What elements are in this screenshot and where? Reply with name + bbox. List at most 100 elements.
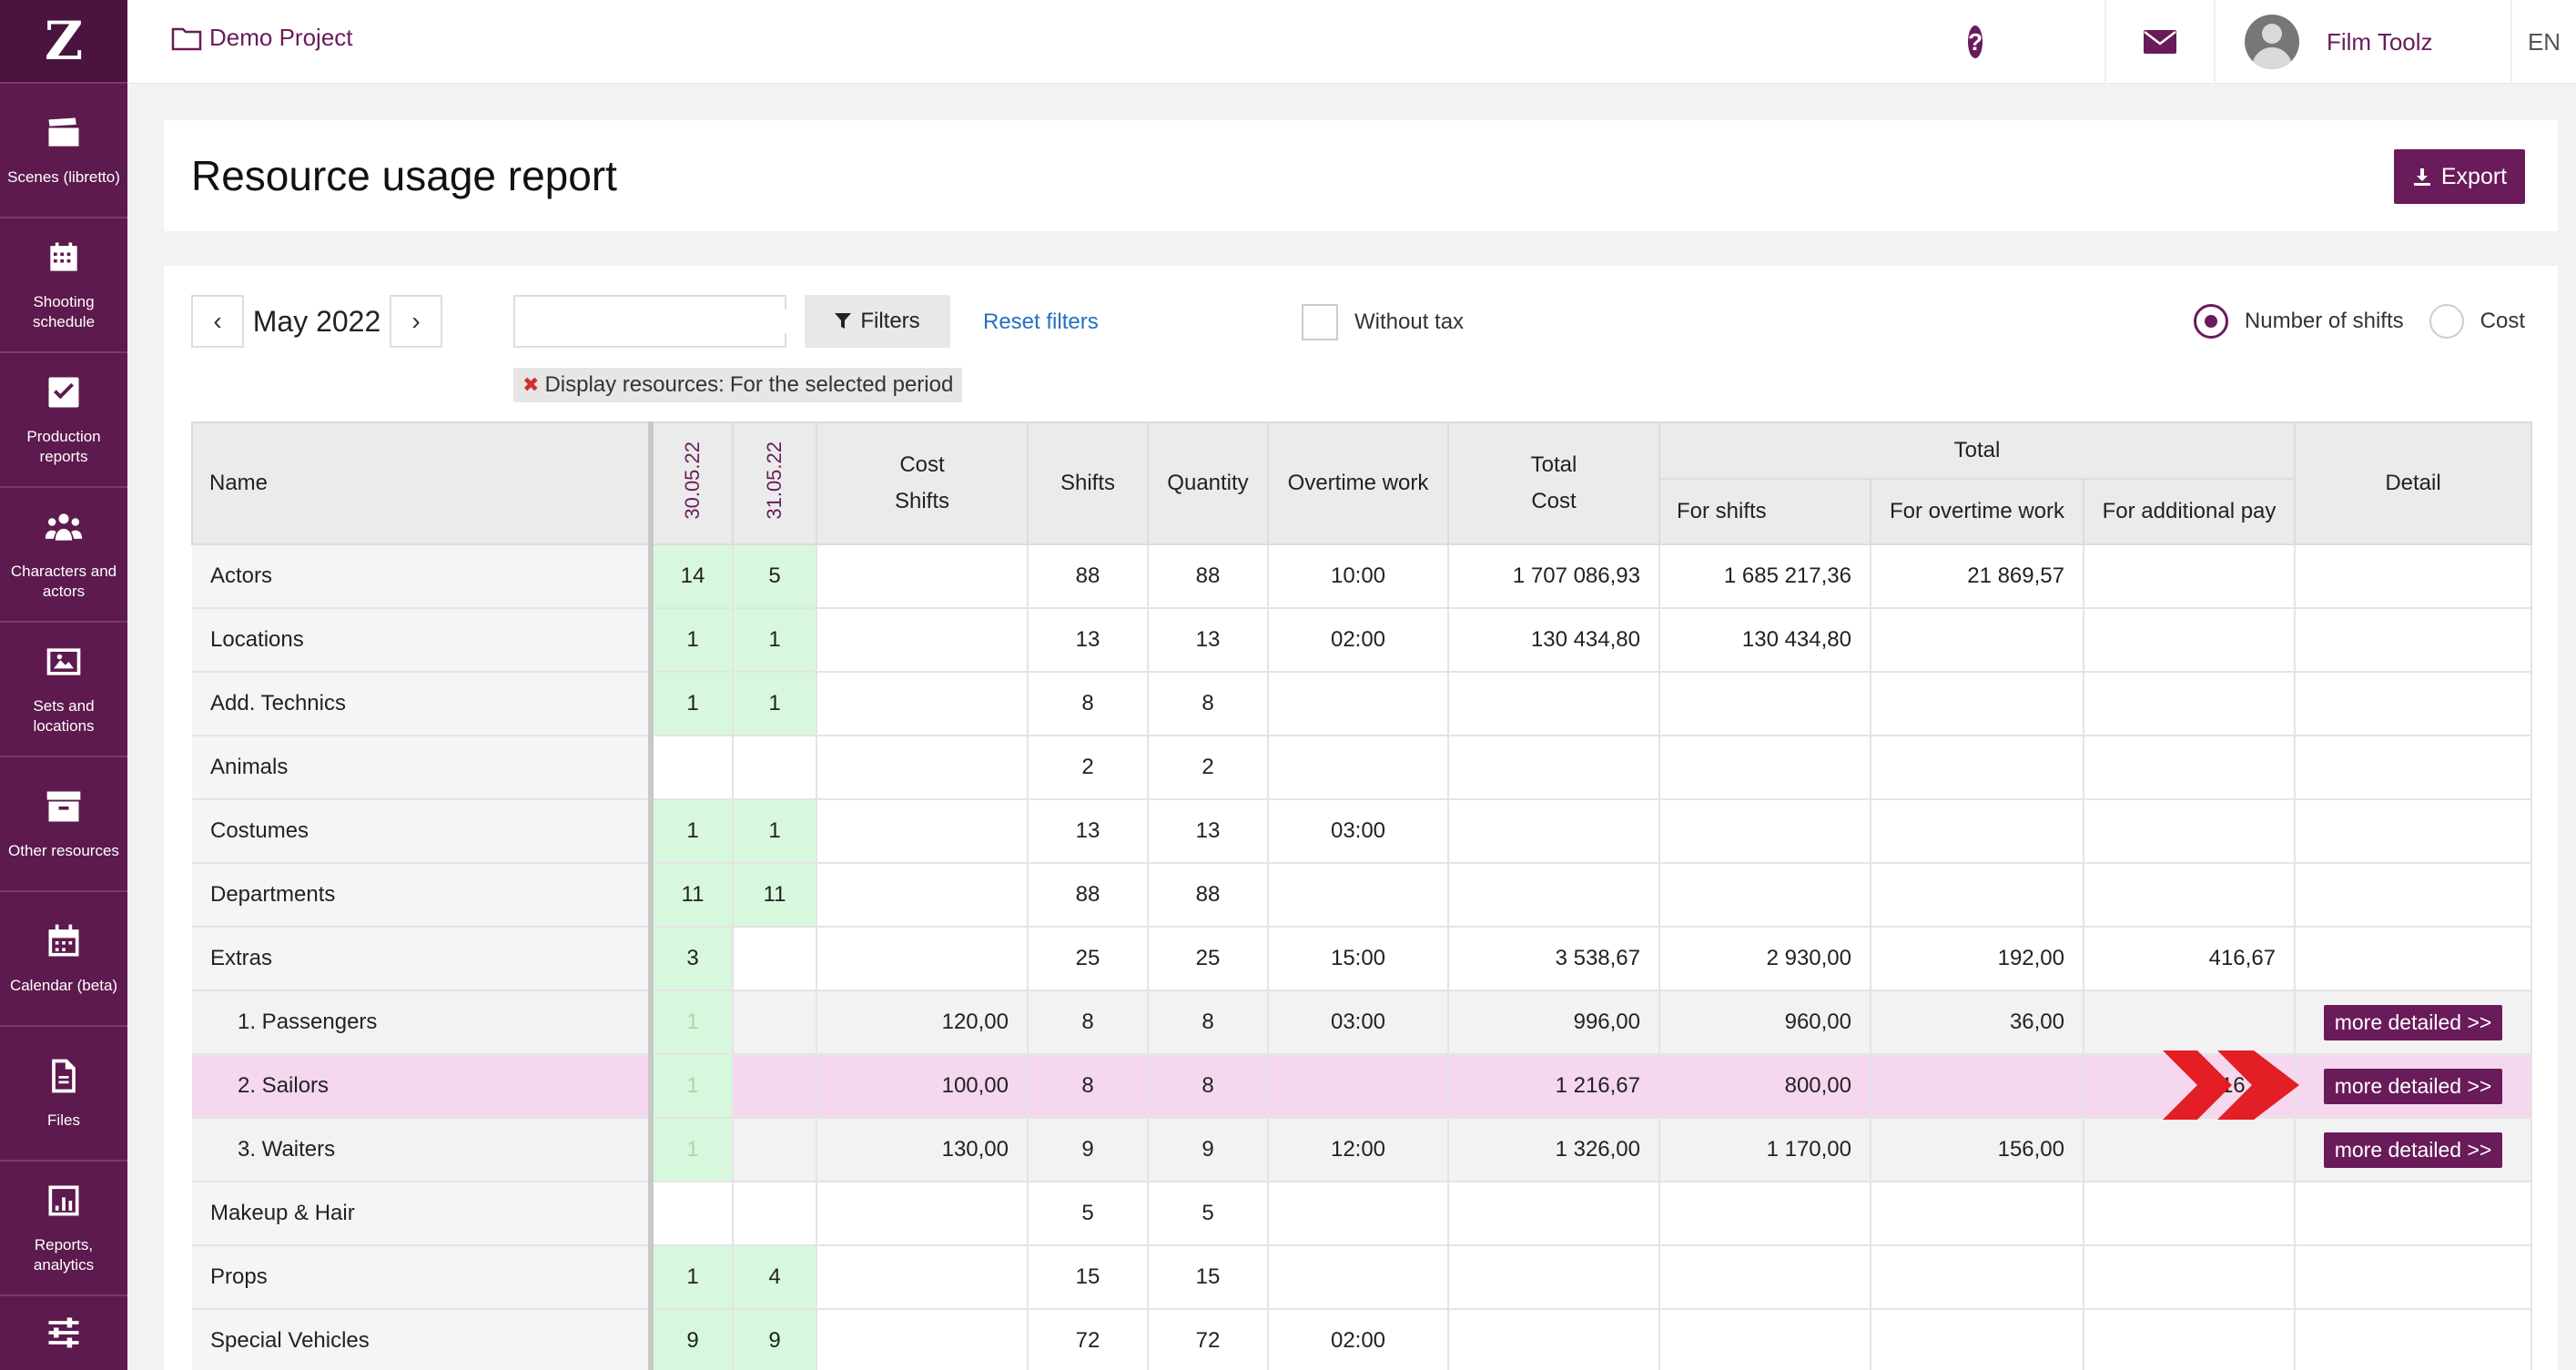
table-subrow[interactable]: 1. Passengers 1 120,00 8 8 03:00 996,00 …: [192, 990, 2533, 1055]
detail-cell: more detailed >>: [2295, 1118, 2533, 1182]
prev-month-button[interactable]: ‹: [191, 295, 244, 348]
language-selector[interactable]: EN: [2510, 0, 2576, 84]
sliders-icon: [48, 1317, 79, 1348]
sidebar-item-calendar[interactable]: Calendar (beta): [0, 892, 127, 1027]
sidebar-item-settings[interactable]: [0, 1296, 127, 1369]
table-row[interactable]: Actors 14 5 88 88 10:00 1 707 086,93 1 6…: [192, 544, 2533, 609]
overtime-cell: [1268, 863, 1449, 928]
radio-label: Number of shifts: [2244, 309, 2404, 333]
row-name: Departments: [192, 863, 654, 928]
cost-cell: [816, 608, 1029, 673]
table-row[interactable]: Extras 3 25 25 15:00 3 538,67 2 930,00 1…: [192, 927, 2533, 991]
row-name: Extras: [192, 927, 654, 991]
top-bar: Demo Project ? Film Toolz EN: [127, 0, 2576, 84]
table-row[interactable]: Costumes 1 1 13 13 03:00: [192, 799, 2533, 864]
overtime-cell: [1268, 1182, 1449, 1246]
quantity-cell: 88: [1148, 544, 1269, 609]
sidebar-item-label: Files: [47, 1111, 80, 1129]
user-menu[interactable]: Film Toolz: [2214, 0, 2510, 84]
table-row[interactable]: Special Vehicles 9 9 72 72 02:00: [192, 1309, 2533, 1370]
project-selector[interactable]: Demo Project: [171, 24, 353, 52]
total-cell: 3 538,67: [1448, 927, 1660, 991]
for-overtime-cell: [1871, 1054, 2084, 1119]
sidebar-item-files[interactable]: Files: [0, 1027, 127, 1162]
day-cell: 1: [651, 1245, 734, 1310]
row-name: Add. Technics: [192, 672, 654, 736]
day-cell: [733, 1182, 817, 1246]
reset-filters-link[interactable]: Reset filters: [983, 310, 1099, 335]
day-cell: 1: [651, 608, 734, 673]
sidebar: Z Scenes (libretto) Shooting schedule Pr…: [0, 0, 127, 1370]
more-detailed-button[interactable]: more detailed >>: [2323, 1004, 2503, 1040]
row-name: 1. Passengers: [192, 990, 654, 1055]
for-additional-cell: [2084, 736, 2297, 800]
report-panel: ‹ May 2022 › Filters Reset filters Witho…: [164, 266, 2558, 1370]
radio-number-of-shifts[interactable]: Number of shifts: [2193, 304, 2404, 339]
for-shifts-cell: 1 685 217,36: [1659, 544, 1871, 609]
for-overtime-cell: [1871, 1245, 2084, 1310]
table-row[interactable]: Departments 11 11 88 88: [192, 863, 2533, 928]
quantity-cell: 25: [1148, 927, 1269, 991]
col-header-quantity: Quantity: [1147, 421, 1269, 545]
app-logo[interactable]: Z: [0, 0, 127, 84]
mail-icon[interactable]: [2143, 28, 2177, 56]
radio-label: Cost: [2480, 309, 2525, 333]
project-name: Demo Project: [209, 24, 353, 51]
detail-cell: more detailed >>: [2295, 1054, 2533, 1119]
sidebar-item-production-reports[interactable]: Production reports: [0, 353, 127, 488]
quantity-cell: 13: [1148, 608, 1269, 673]
filters-button[interactable]: Filters: [805, 295, 950, 348]
sidebar-item-label: Reports, analytics: [33, 1236, 95, 1274]
for-additional-cell: [2084, 1182, 2297, 1246]
radio-cost[interactable]: Cost: [2429, 304, 2525, 339]
col-header-for-shifts: For shifts: [1658, 478, 1871, 545]
detail-cell: more detailed >>: [2295, 990, 2533, 1055]
radio-button[interactable]: [2429, 304, 2464, 339]
without-tax-checkbox[interactable]: [1302, 304, 1338, 340]
table-row[interactable]: Makeup & Hair 5 5: [192, 1182, 2533, 1246]
day-cell: [733, 1118, 817, 1182]
export-button[interactable]: Export: [2394, 149, 2525, 204]
sidebar-item-label: Shooting schedule: [32, 293, 96, 330]
cost-cell: [816, 927, 1029, 991]
sidebar-item-sets[interactable]: Sets and locations: [0, 623, 127, 757]
more-detailed-button[interactable]: more detailed >>: [2323, 1132, 2503, 1168]
for-additional-cell: [2084, 863, 2297, 928]
remove-filter-icon[interactable]: ✖: [522, 373, 539, 397]
sidebar-item-characters[interactable]: Characters and actors: [0, 488, 127, 623]
more-detailed-button[interactable]: more detailed >>: [2323, 1068, 2503, 1104]
table-subrow[interactable]: 3. Waiters 1 130,00 9 9 12:00 1 326,00 1…: [192, 1118, 2533, 1182]
detail-cell: [2295, 736, 2533, 800]
sidebar-item-reports[interactable]: Reports, analytics: [0, 1162, 127, 1296]
shifts-cell: 88: [1028, 863, 1149, 928]
chip-value: For the selected period: [729, 372, 954, 397]
table-row[interactable]: Locations 1 1 13 13 02:00 130 434,80 130…: [192, 608, 2533, 673]
col-header-name[interactable]: Name: [191, 421, 654, 545]
table-row[interactable]: Props 1 4 15 15: [192, 1245, 2533, 1310]
header-line: Total: [1530, 452, 1577, 477]
for-overtime-cell: [1871, 736, 2084, 800]
sidebar-item-other-resources[interactable]: Other resources: [0, 757, 127, 892]
day-cell: 9: [651, 1309, 734, 1370]
day-cell: 1: [651, 672, 734, 736]
day-cell: [733, 1054, 817, 1119]
table-row[interactable]: Add. Technics 1 1 8 8: [192, 672, 2533, 736]
row-name: Locations: [192, 608, 654, 673]
active-filter-chip: ✖ Display resources: For the selected pe…: [513, 368, 963, 402]
detail-cell: [2295, 1182, 2533, 1246]
for-overtime-cell: [1871, 672, 2084, 736]
for-additional-cell: [2084, 608, 2297, 673]
search-input[interactable]: [537, 310, 799, 333]
shifts-cell: 9: [1028, 1118, 1149, 1182]
sidebar-item-shooting-schedule[interactable]: Shooting schedule: [0, 218, 127, 353]
table-row[interactable]: Animals 2 2: [192, 736, 2533, 800]
bar-chart-icon: [48, 1185, 79, 1216]
for-shifts-cell: 1 170,00: [1659, 1118, 1871, 1182]
radio-button-checked[interactable]: [2193, 304, 2228, 339]
sidebar-item-scenes[interactable]: Scenes (libretto): [0, 84, 127, 218]
help-icon[interactable]: ?: [1968, 25, 1983, 58]
without-tax-toggle[interactable]: Without tax: [1302, 304, 1464, 340]
for-additional-cell: 416,67: [2084, 927, 2297, 991]
next-month-button[interactable]: ›: [390, 295, 442, 348]
cost-cell: [816, 799, 1029, 864]
